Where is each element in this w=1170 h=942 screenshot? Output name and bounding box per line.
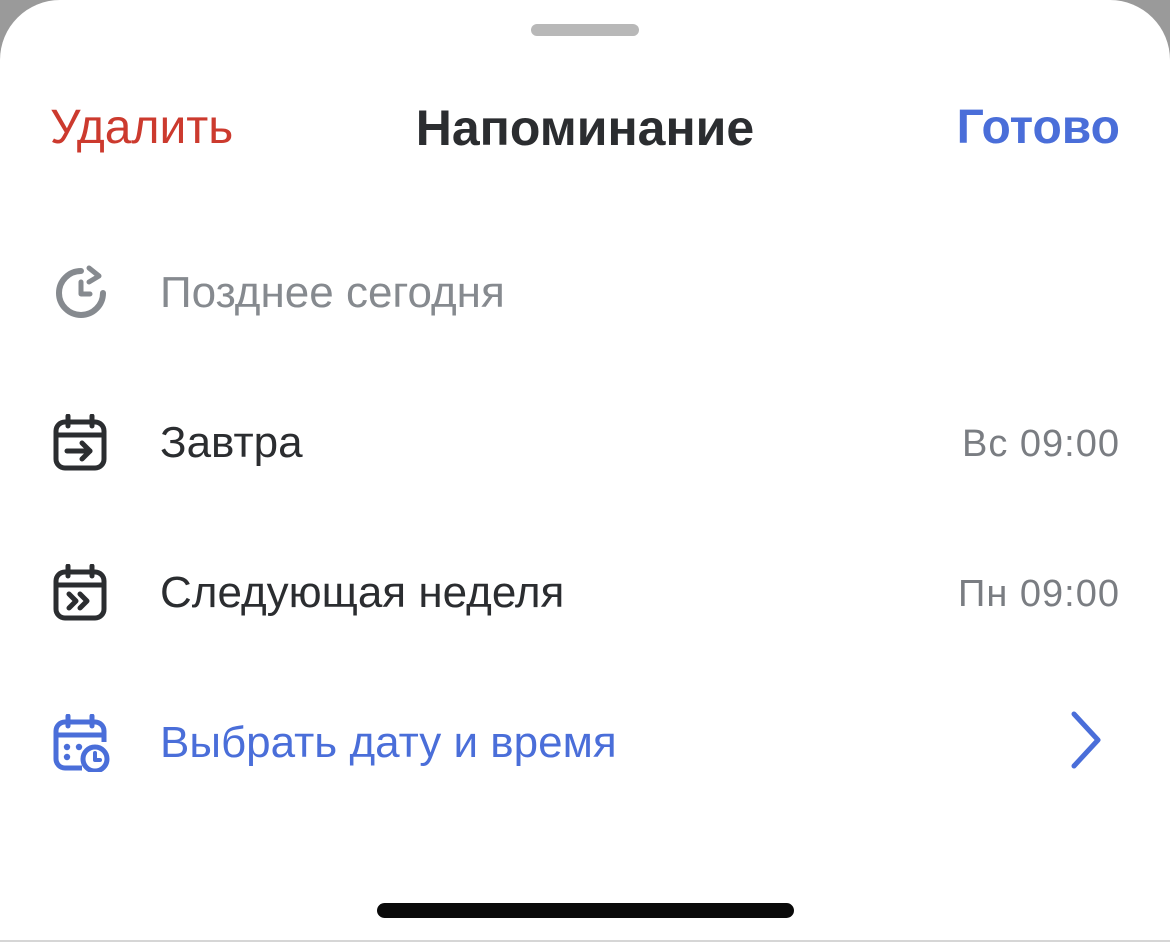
done-button[interactable]: Готово: [957, 100, 1120, 156]
sheet-grabber[interactable]: [531, 24, 639, 36]
option-next-week[interactable]: Следующая неделя Пн 09:00: [0, 532, 1170, 652]
option-time: Пн 09:00: [958, 573, 1120, 615]
option-tomorrow[interactable]: Завтра Вс 09:00: [0, 382, 1170, 502]
option-label: Завтра: [160, 418, 303, 467]
option-label: Выбрать дату и время: [160, 718, 617, 767]
option-label: Позднее сегодня: [160, 268, 505, 317]
clock-refresh-icon: [56, 265, 106, 318]
option-label: Следующая неделя: [160, 568, 565, 617]
option-later-today[interactable]: Позднее сегодня: [0, 232, 1170, 352]
calendar-double-chevron-icon: [53, 564, 107, 621]
chevron-right-icon: [1071, 711, 1101, 769]
reminder-sheet: Удалить Напоминание Готово Позднее сегод…: [0, 0, 1170, 940]
calendar-clock-icon: [53, 714, 110, 772]
option-time: Вс 09:00: [962, 423, 1120, 465]
calendar-arrow-right-icon: [53, 414, 107, 471]
home-indicator[interactable]: [377, 903, 794, 918]
option-pick-date-time[interactable]: Выбрать дату и время: [0, 682, 1170, 802]
